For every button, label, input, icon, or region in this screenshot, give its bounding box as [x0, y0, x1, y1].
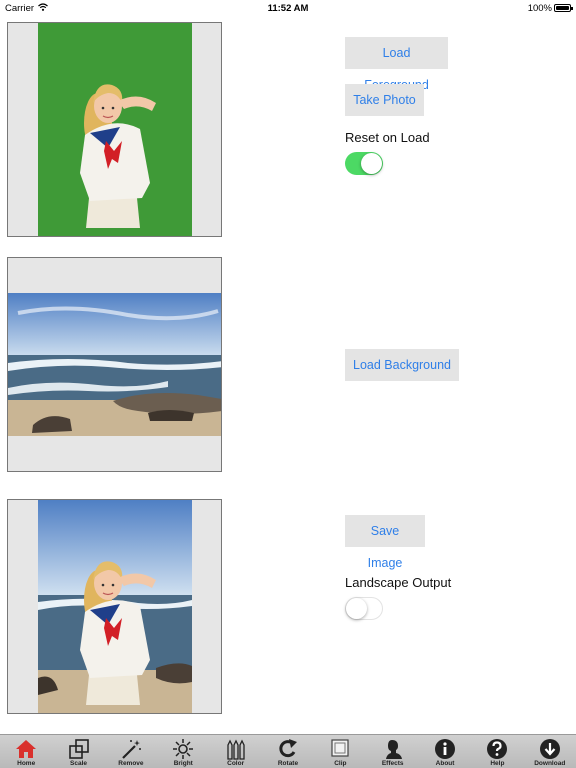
tab-label: Rotate: [277, 760, 299, 767]
toggle-knob: [361, 153, 382, 174]
tab-download[interactable]: Download: [524, 735, 576, 768]
app-screen: Carrier 11:52 AM 100% Load Take Photo Re…: [0, 0, 576, 768]
tab-label: Download: [534, 760, 566, 767]
help-icon: [487, 739, 508, 759]
tab-label: Clip: [334, 760, 347, 767]
magic-wand-icon: [122, 740, 141, 759]
tab-about[interactable]: About: [419, 735, 471, 768]
sun-icon: [173, 739, 194, 759]
save-image-button[interactable]: Save Image: [345, 515, 425, 570]
battery-percent: 100%: [527, 3, 552, 14]
rotate-icon: [279, 739, 297, 758]
background-image: [8, 293, 221, 436]
download-icon: [539, 739, 560, 759]
tab-help[interactable]: Help: [471, 735, 523, 768]
landscape-output-toggle[interactable]: [345, 597, 383, 620]
clip-icon: [331, 739, 349, 757]
tab-label: Scale: [70, 760, 88, 767]
tab-remove[interactable]: Remove: [105, 735, 157, 768]
background-preview[interactable]: [7, 257, 222, 472]
crayons-icon: [226, 739, 245, 760]
reset-on-load-toggle[interactable]: [345, 152, 383, 175]
load-background-button[interactable]: Load Background: [345, 349, 459, 381]
scale-icon: [68, 739, 89, 759]
clock: 11:52 AM: [267, 3, 309, 14]
tab-clip[interactable]: Clip: [314, 735, 366, 768]
tab-home[interactable]: Home: [0, 735, 52, 768]
landscape-output-label: Landscape Output: [345, 575, 452, 590]
home-icon: [16, 740, 37, 758]
tab-label: Bright: [173, 760, 193, 767]
status-bar: Carrier 11:52 AM 100%: [0, 0, 576, 16]
tab-label: Help: [490, 760, 505, 767]
tab-effects[interactable]: Effects: [367, 735, 419, 768]
reset-on-load-label: Reset on Load: [345, 130, 430, 145]
foreground-preview[interactable]: [7, 22, 222, 237]
tab-label: Color: [227, 760, 245, 767]
tab-rotate[interactable]: Rotate: [262, 735, 314, 768]
tab-bright[interactable]: Bright: [157, 735, 209, 768]
tab-label: Home: [17, 760, 36, 767]
toggle-knob: [346, 598, 367, 619]
take-photo-button[interactable]: Take Photo: [345, 84, 424, 116]
tab-color[interactable]: Color: [209, 735, 261, 768]
info-icon: [435, 739, 456, 759]
foreground-image: [38, 23, 192, 236]
load-foreground-button[interactable]: Load Foreground: [345, 37, 448, 92]
tab-label: About: [435, 760, 455, 767]
tab-label: Effects: [381, 760, 404, 767]
output-image: [38, 500, 192, 713]
silhouette-icon: [385, 740, 402, 759]
output-preview[interactable]: [7, 499, 222, 714]
bottom-tab-bar: Home Scale Remove Bright Color Rotate Cl…: [0, 734, 576, 768]
tab-scale[interactable]: Scale: [52, 735, 104, 768]
tab-label: Remove: [118, 760, 144, 767]
battery-icon: [554, 4, 573, 12]
